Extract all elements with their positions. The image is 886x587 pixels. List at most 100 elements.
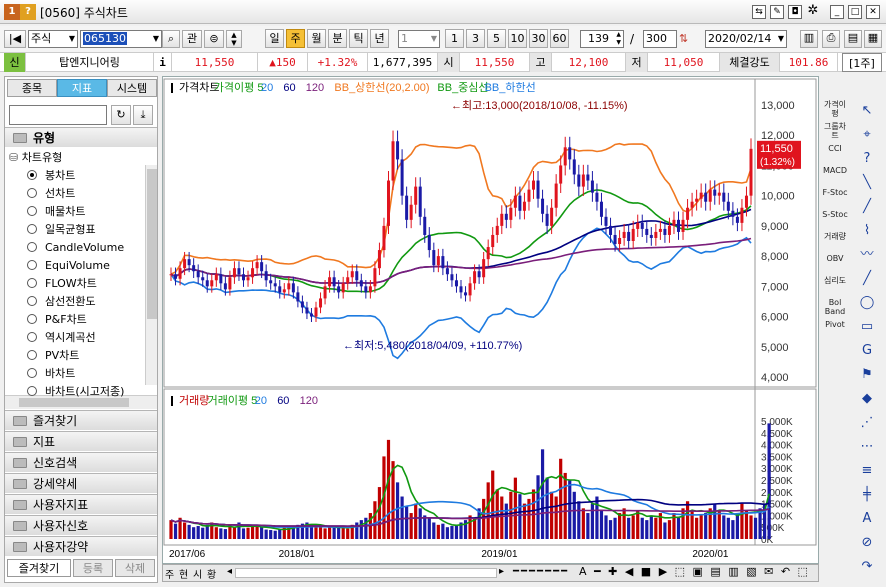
bottom-tab-market[interactable]: 시	[193, 566, 202, 581]
drawing-tool-icon[interactable]: ⋰	[856, 412, 878, 434]
radio-icon[interactable]	[27, 170, 37, 180]
gwan-button[interactable]: 관	[182, 30, 202, 48]
drawing-tool-icon[interactable]: ⚑	[856, 364, 878, 386]
radio-icon[interactable]	[27, 386, 37, 396]
interval-10-button[interactable]: 10	[508, 29, 527, 48]
chart-type-option[interactable]: P&F차트	[27, 311, 87, 329]
drawing-tool-icon[interactable]: ▭	[856, 316, 878, 338]
drawing-tool-icon[interactable]: ╲	[856, 172, 878, 194]
radio-icon[interactable]	[27, 224, 37, 234]
drawing-tool-icon[interactable]: ⋯	[856, 436, 878, 458]
chart-type-option[interactable]: 봉차트	[27, 167, 75, 185]
drawing-tool-icon[interactable]: ↷	[856, 556, 878, 578]
tab-stock[interactable]: 종목	[7, 79, 57, 97]
info-button[interactable]: i	[154, 53, 172, 72]
drawing-tool-icon[interactable]: ?	[856, 148, 878, 170]
refresh-icon[interactable]: ↻	[111, 105, 131, 125]
help-icon[interactable]: ?	[20, 4, 36, 20]
chart-type-option[interactable]: 삼선전환도	[27, 293, 96, 311]
radio-icon[interactable]	[27, 206, 37, 216]
folder-indicators[interactable]: 지표	[5, 431, 157, 451]
memo-icon[interactable]: ✎	[770, 5, 784, 19]
save-icon[interactable]: ▤	[844, 30, 862, 48]
folder-favorites[interactable]: 즐겨찾기	[5, 410, 157, 430]
radio-icon[interactable]	[27, 188, 37, 198]
folder-signal-search[interactable]: 신호검색	[5, 452, 157, 472]
period-month[interactable]: 월	[307, 29, 326, 48]
scroll-right-icon[interactable]: ▸	[499, 566, 504, 577]
indicator-tool-button[interactable]: S-Stoc	[822, 210, 848, 232]
date-picker[interactable]: 2020/02/14 ▼	[705, 30, 787, 48]
camera-icon[interactable]: ◘	[788, 5, 802, 19]
period-tick[interactable]: 틱	[349, 29, 368, 48]
chart-view-icon[interactable]: ▥	[800, 30, 818, 48]
indicator-tool-button[interactable]: Pivot	[822, 320, 848, 342]
chart-tool-icons[interactable]: A ━ ✚ ◀ ■ ▶ ⬚ ▣ ▤ ▥ ▧ ✉ ↶ ⬚	[579, 565, 810, 578]
bottom-tab-week[interactable]: 주	[165, 566, 174, 581]
period-week[interactable]: 주	[286, 29, 305, 48]
chart-type-option[interactable]: PV차트	[27, 347, 79, 365]
interval-3-button[interactable]: 3	[466, 29, 485, 48]
radio-icon[interactable]	[27, 296, 37, 306]
bottom-tab-favorites[interactable]: 즐겨찾기	[7, 559, 71, 577]
tree-scrollbar[interactable]	[145, 165, 157, 385]
search-icon[interactable]: ⌕	[162, 30, 180, 48]
indicator-tool-button[interactable]: F-Stoc	[822, 188, 848, 210]
layout-icon[interactable]: ▦	[864, 30, 882, 48]
maximize-icon[interactable]: □	[848, 5, 862, 19]
drawing-tool-icon[interactable]: G	[856, 340, 878, 362]
period-year[interactable]: 년	[370, 29, 389, 48]
drawing-tool-icon[interactable]: A	[856, 508, 878, 530]
apply-icon[interactable]: ⇅	[679, 32, 688, 45]
radio-icon[interactable]	[27, 368, 37, 378]
scroll-left-icon[interactable]: ◂	[227, 566, 232, 577]
interval-5-button[interactable]: 5	[487, 29, 506, 48]
market-select[interactable]: 주식 ▼	[28, 30, 78, 48]
radio-icon[interactable]	[27, 350, 37, 360]
bottom-tab-status[interactable]: 황	[207, 566, 216, 581]
chart-area[interactable]: 13,00012,00011,00010,0009,0008,0007,0006…	[162, 76, 819, 564]
total-count-field[interactable]: 300	[643, 30, 677, 48]
indicator-tool-button[interactable]: 거래량	[822, 232, 848, 254]
chart-canvas[interactable]: 13,00012,00011,00010,0009,0008,0007,0006…	[163, 77, 818, 563]
prev-stock-button[interactable]: |◀	[4, 30, 26, 48]
drawing-tool-icon[interactable]: ◆	[856, 388, 878, 410]
indicator-tool-button[interactable]: 그룹차트	[822, 122, 848, 144]
indicator-tool-button[interactable]: MACD	[822, 166, 848, 188]
drawing-tool-icon[interactable]: ≡	[856, 460, 878, 482]
section-type-header[interactable]: 유형	[5, 127, 157, 147]
close-icon[interactable]: ✕	[866, 5, 880, 19]
interval-select[interactable]: 1 ▼	[398, 30, 440, 48]
drawing-tool-icon[interactable]: ↖	[856, 100, 878, 122]
period-day[interactable]: 일	[265, 29, 284, 48]
chart-type-option[interactable]: CandleVolume	[27, 239, 124, 257]
indicator-tool-button[interactable]: OBV	[822, 254, 848, 276]
settings-gear-icon[interactable]: ✲	[806, 4, 820, 19]
indicator-tool-button[interactable]: 심리도	[822, 276, 848, 298]
drawing-tool-icon[interactable]: 〰	[856, 244, 878, 266]
tree-root-chart-type[interactable]: ⛁ 차트유형	[9, 149, 62, 167]
radio-icon[interactable]	[27, 242, 37, 252]
indicator-tool-button[interactable]: 가격이평	[822, 100, 848, 122]
interval-30-button[interactable]: 30	[529, 29, 548, 48]
drawing-tool-icon[interactable]: ╱	[856, 268, 878, 290]
radio-icon[interactable]	[27, 278, 37, 288]
folder-strength[interactable]: 강세약세	[5, 473, 157, 493]
chart-type-option[interactable]: FLOW차트	[27, 275, 97, 293]
indicator-tool-button[interactable]: CCI	[822, 144, 848, 166]
delete-button[interactable]: 삭제	[115, 559, 155, 577]
download-icon[interactable]: ⤓	[133, 105, 153, 125]
bottom-tab-current[interactable]: 현	[179, 566, 188, 581]
indicator-tool-button[interactable]: Bol Band	[822, 298, 848, 320]
radio-icon[interactable]	[27, 314, 37, 324]
chart-type-option[interactable]: 일목균형표	[27, 221, 96, 239]
drawing-tool-icon[interactable]: ◯	[856, 292, 878, 314]
link-chain-icon[interactable]: ⊜	[204, 30, 224, 48]
code-input[interactable]: 065130 ▼	[80, 30, 162, 48]
tab-system[interactable]: 시스템	[107, 79, 157, 97]
period-minute[interactable]: 분	[328, 29, 347, 48]
print-icon[interactable]: ⎙	[822, 30, 840, 48]
chart-type-option[interactable]: 선차트	[27, 185, 75, 203]
chart-type-option[interactable]: EquiVolume	[27, 257, 110, 275]
register-button[interactable]: 등록	[73, 559, 113, 577]
